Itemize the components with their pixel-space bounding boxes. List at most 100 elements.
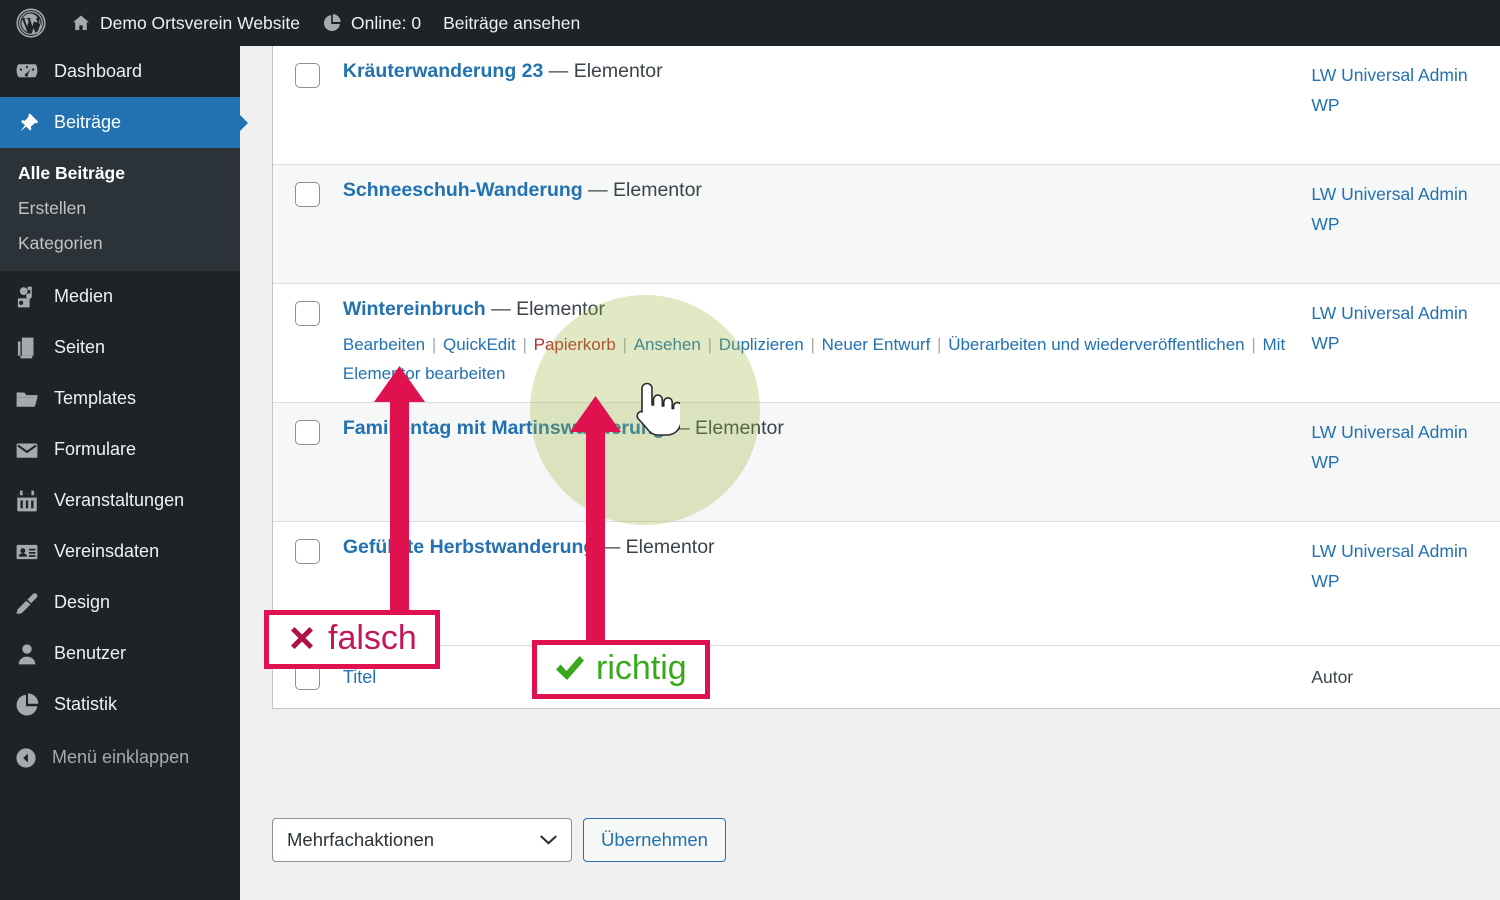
action-separator: | <box>517 334 532 354</box>
row-action-papierkorb[interactable]: Papierkorb <box>534 335 616 354</box>
site-name-menu[interactable]: Demo Ortsverein Website <box>60 0 311 46</box>
admin-bar: Demo Ortsverein Website Online: 0 Beiträ… <box>0 0 1500 46</box>
sidebar-item-templates[interactable]: Templates <box>0 373 240 424</box>
bulk-actions-value: Mehrfachaktionen <box>287 829 435 850</box>
table-row[interactable]: Geführte Herbstwanderung — Elementor LW … <box>273 522 1500 646</box>
home-icon <box>73 15 89 30</box>
row-title-cell: Geführte Herbstwanderung — Elementor <box>343 522 1311 562</box>
sidebar-item-label: Medien <box>54 286 114 306</box>
row-author[interactable]: LW Universal Admin WP <box>1311 165 1499 239</box>
row-title-cell: Wintereinbruch — Elementor Bearbeiten | … <box>343 284 1311 388</box>
row-author[interactable]: LW Universal Admin WP <box>1311 403 1499 477</box>
online-counter[interactable]: Online: 0 <box>311 0 432 46</box>
row-action-ueberarbeiten[interactable]: Überarbeiten und wiederveröffentlichen <box>948 335 1244 354</box>
sidebar-item-label: Formulare <box>54 439 137 459</box>
sidebar-item-label: Templates <box>54 388 137 408</box>
sidebar-item-design[interactable]: Design <box>0 577 240 628</box>
sidebar-item-benutzer[interactable]: Benutzer <box>0 628 240 679</box>
sidebar-item-label: Design <box>54 592 111 612</box>
row-action-duplizieren[interactable]: Duplizieren <box>719 335 804 354</box>
pie-chart-icon <box>16 692 39 715</box>
submenu-item-kategorien[interactable]: Kategorien <box>0 226 240 261</box>
sidebar-item-beitraege[interactable]: Beiträge <box>0 97 248 148</box>
site-name-label: Demo Ortsverein Website <box>100 12 301 33</box>
pin-icon <box>20 112 39 131</box>
row-select-checkbox[interactable] <box>295 301 321 326</box>
main-content: Kräuterwanderung 23 — Elementor LW Unive… <box>240 46 1500 900</box>
online-label: Online: 0 <box>351 12 422 33</box>
table-row[interactable]: Wintereinbruch — Elementor Bearbeiten | … <box>273 284 1500 403</box>
paintbrush-icon <box>16 592 38 614</box>
post-title-link[interactable]: Geführte Herbstwanderung <box>343 536 595 558</box>
collapse-menu-button[interactable]: Menü einklappen <box>0 732 240 783</box>
row-checkbox-cell <box>273 522 343 564</box>
row-action-neuer-entwurf[interactable]: Neuer Entwurf <box>822 335 931 354</box>
view-posts-link[interactable]: Beiträge ansehen <box>432 0 591 46</box>
column-header-title[interactable]: Titel <box>343 667 376 687</box>
submenu-item-erstellen[interactable]: Erstellen <box>0 191 240 226</box>
row-action-bearbeiten[interactable]: Bearbeiten <box>343 335 425 354</box>
row-checkbox-cell <box>273 284 343 326</box>
apply-bulk-action-button[interactable]: Übernehmen <box>583 818 726 862</box>
action-separator: | <box>932 334 947 354</box>
row-title-cell: Familientag mit Martinswanderung — Eleme… <box>343 403 1311 443</box>
sidebar-item-dashboard[interactable]: Dashboard <box>0 46 240 97</box>
table-footer-header: Titel Autor <box>273 646 1500 708</box>
post-title-suffix: — Elementor <box>543 60 663 82</box>
screen: Demo Ortsverein Website Online: 0 Beiträ… <box>0 0 1500 900</box>
select-all-checkbox-cell <box>273 664 343 690</box>
row-author[interactable]: LW Universal Admin WP <box>1311 284 1499 358</box>
row-title-cell: Schneeschuh-Wanderung — Elementor <box>343 165 1311 205</box>
admin-sidebar: Dashboard Beiträge Alle Beiträge Erstell… <box>0 46 248 900</box>
row-select-checkbox[interactable] <box>295 539 321 564</box>
pie-chart-icon <box>323 14 341 32</box>
sidebar-item-label: Dashboard <box>54 61 143 81</box>
row-select-checkbox[interactable] <box>295 63 321 88</box>
apply-button-label: Übernehmen <box>601 829 708 850</box>
bulk-actions-select[interactable]: Mehrfachaktionen <box>272 818 572 862</box>
row-checkbox-cell <box>273 165 343 207</box>
submenu-beitraege: Alle Beiträge Erstellen Kategorien <box>0 148 240 271</box>
id-card-icon <box>16 544 38 559</box>
action-separator: | <box>702 334 717 354</box>
row-title-cell: Kräuterwanderung 23 — Elementor <box>343 46 1311 86</box>
table-row[interactable]: Schneeschuh-Wanderung — Elementor LW Uni… <box>273 165 1500 284</box>
sidebar-item-statistik[interactable]: Statistik <box>0 679 240 730</box>
column-header-title-cell: Titel <box>343 667 1311 688</box>
row-author[interactable]: LW Universal Admin WP <box>1311 46 1499 120</box>
row-checkbox-cell <box>273 46 343 88</box>
row-action-quickedit[interactable]: QuickEdit <box>443 335 516 354</box>
sidebar-item-veranstaltungen[interactable]: Veranstaltungen <box>0 475 240 526</box>
folder-icon <box>16 392 38 407</box>
row-author[interactable]: LW Universal Admin WP <box>1311 522 1499 596</box>
chevron-down-icon <box>540 835 557 845</box>
post-title-link[interactable]: Familientag mit Martinswanderung <box>343 417 665 439</box>
sidebar-item-label: Statistik <box>54 694 118 714</box>
user-icon <box>18 643 36 664</box>
action-separator: | <box>1246 334 1261 354</box>
wordpress-logo-icon <box>16 8 46 38</box>
table-row[interactable]: Familientag mit Martinswanderung — Eleme… <box>273 403 1500 522</box>
select-all-checkbox[interactable] <box>295 664 321 690</box>
sidebar-item-formulare[interactable]: Formulare <box>0 424 240 475</box>
sidebar-item-label: Seiten <box>54 337 106 357</box>
collapse-menu-label: Menü einklappen <box>52 747 190 767</box>
post-title-link[interactable]: Kräuterwanderung 23 <box>343 60 543 82</box>
wordpress-logo-button[interactable] <box>0 0 60 46</box>
table-row[interactable]: Kräuterwanderung 23 — Elementor LW Unive… <box>273 46 1500 165</box>
sidebar-item-vereinsdaten[interactable]: Vereinsdaten <box>0 526 240 577</box>
post-title-link[interactable]: Schneeschuh-Wanderung <box>343 179 583 201</box>
row-action-ansehen[interactable]: Ansehen <box>634 335 701 354</box>
row-select-checkbox[interactable] <box>295 420 321 445</box>
submenu-item-alle-beitraege[interactable]: Alle Beiträge <box>0 156 240 191</box>
post-title-link[interactable]: Wintereinbruch <box>343 298 486 320</box>
action-separator: | <box>805 334 820 354</box>
sidebar-item-label: Beiträge <box>54 112 122 132</box>
row-select-checkbox[interactable] <box>295 182 321 207</box>
action-separator: | <box>427 334 441 354</box>
row-actions: Bearbeiten | QuickEdit | Papierkorb | An… <box>343 330 1311 388</box>
sidebar-item-medien[interactable]: Medien <box>0 271 240 322</box>
sidebar-item-label: Veranstaltungen <box>54 490 185 510</box>
sidebar-item-seiten[interactable]: Seiten <box>0 322 240 373</box>
post-title-suffix: — Elementor <box>595 536 715 558</box>
